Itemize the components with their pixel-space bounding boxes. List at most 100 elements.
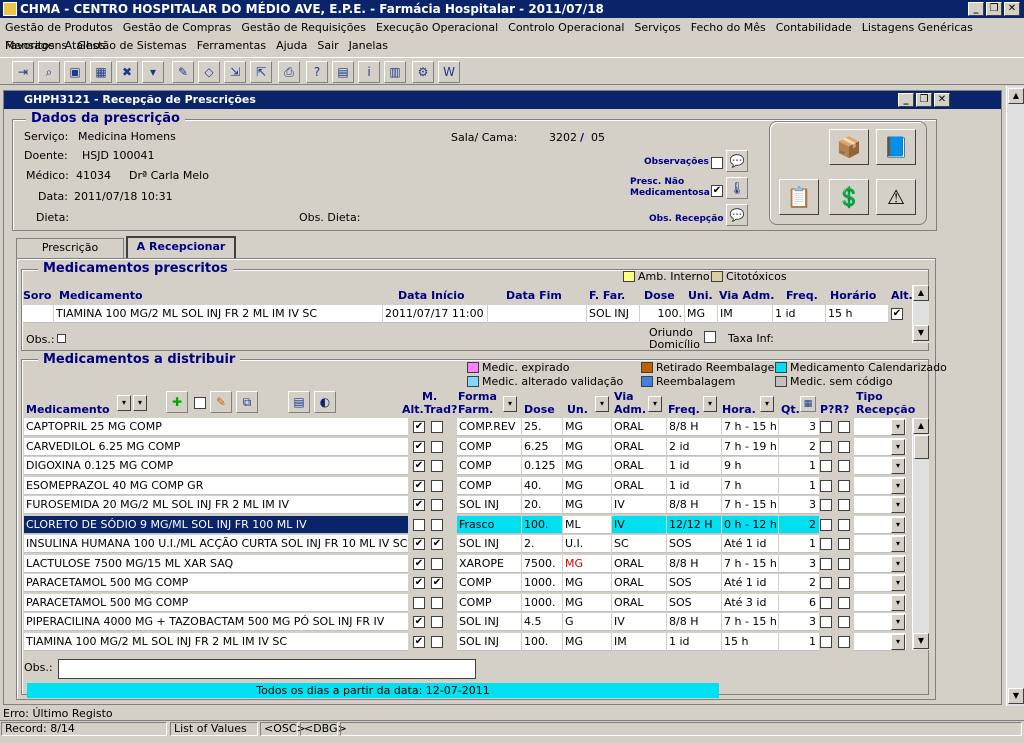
inner-minimize-button[interactable]: _ <box>898 93 914 107</box>
cell-forma[interactable]: SOL INJ <box>457 535 521 553</box>
menu-item-2[interactable]: Gestão de Requisições <box>236 19 371 37</box>
med-filter-icon[interactable]: ▾ <box>133 395 147 411</box>
cell-forma[interactable]: COMP <box>457 476 521 495</box>
cell-un[interactable]: MG <box>563 418 611 436</box>
cell-soro[interactable] <box>23 305 53 323</box>
cell-qt[interactable]: 1 <box>779 632 819 651</box>
alt-checkbox[interactable]: ✔ <box>413 635 425 648</box>
cell-un[interactable]: MG <box>563 437 611 456</box>
menu-item-2-2[interactable]: Ferramentas <box>192 37 271 55</box>
import-icon[interactable]: ⇲ <box>224 61 246 83</box>
cell-dose[interactable]: 1000. <box>522 593 562 612</box>
r-checkbox[interactable] <box>838 479 850 492</box>
p-checkbox[interactable] <box>820 421 832 433</box>
chevron-down-icon[interactable]: ▾ <box>891 516 905 533</box>
eraser-icon[interactable]: ◇ <box>198 61 220 83</box>
cell-un[interactable]: MG <box>563 457 611 475</box>
distribute-scroll-up-icon[interactable]: ▲ <box>913 418 929 434</box>
prescribed-obs-checkbox[interactable] <box>57 334 66 343</box>
r-checkbox[interactable] <box>838 440 850 453</box>
trad-checkbox[interactable] <box>431 479 443 492</box>
cell-un[interactable]: MG <box>563 554 611 573</box>
cell-hora[interactable]: 7 h - 19 h <box>722 437 778 456</box>
cell-hora[interactable]: 7 h - 15 h <box>722 418 778 436</box>
p-checkbox[interactable] <box>820 616 832 628</box>
trad-checkbox[interactable]: ✔ <box>431 538 443 550</box>
cell-freq[interactable]: 1 id <box>773 305 825 323</box>
p-checkbox[interactable] <box>820 440 832 453</box>
cell-dose[interactable]: 100. <box>640 305 684 323</box>
cell-qt[interactable]: 1 <box>779 457 819 475</box>
r-checkbox[interactable] <box>838 499 850 511</box>
trad-checkbox[interactable] <box>431 518 443 531</box>
inner-close-button[interactable]: ✕ <box>934 93 950 107</box>
cell-qt[interactable]: 2 <box>779 574 819 592</box>
chevron-down-icon[interactable]: ▾ <box>891 633 905 650</box>
cell-forma[interactable]: SOL INJ <box>457 632 521 651</box>
cell-dose[interactable]: 6.25 <box>522 437 562 456</box>
word-icon[interactable]: W <box>438 61 460 83</box>
cell-via[interactable]: IV <box>612 496 666 514</box>
cell-un[interactable]: MG <box>563 574 611 592</box>
alt-checkbox[interactable]: ✔ <box>891 308 903 320</box>
menu-item-2-5[interactable]: Janelas <box>344 37 393 55</box>
cell-qt[interactable]: 3 <box>779 418 819 436</box>
book-icon[interactable]: 📘 <box>876 129 916 165</box>
select-all-checkbox[interactable] <box>194 397 206 409</box>
alt-checkbox[interactable] <box>413 596 425 609</box>
cell-un[interactable]: MG <box>563 496 611 514</box>
scroll-up-arrow-icon[interactable]: ▲ <box>1008 88 1024 104</box>
cell-data-fim[interactable] <box>488 305 586 323</box>
cell-via[interactable]: ORAL <box>612 554 666 573</box>
cell-med[interactable]: INSULINA HUMANA 100 U.I./ML ACÇÃO CURTA … <box>24 535 408 553</box>
warning-icon[interactable]: ⚠ <box>876 179 916 215</box>
un-dropdown-icon[interactable]: ▾ <box>595 396 609 412</box>
cell-dose[interactable]: 1000. <box>522 574 562 592</box>
scroll-down-arrow-icon[interactable]: ▼ <box>1008 688 1024 704</box>
cell-forma[interactable]: COMP <box>457 593 521 612</box>
menu-item-1[interactable]: Gestão de Compras <box>118 19 237 37</box>
menu-item-4[interactable]: Controlo Operacional <box>503 19 629 37</box>
cell-dose[interactable]: 0.125 <box>522 457 562 475</box>
cell-hora[interactable]: Até 3 id <box>722 593 778 612</box>
cell-via[interactable]: IV <box>612 515 666 534</box>
menu-item-7[interactable]: Contabilidade <box>771 19 857 37</box>
alt-checkbox[interactable] <box>413 518 425 531</box>
export-icon[interactable]: ⇱ <box>250 61 272 83</box>
cell-un[interactable]: U.I. <box>563 535 611 553</box>
p-checkbox[interactable] <box>820 538 832 550</box>
cell-via[interactable]: ORAL <box>612 593 666 612</box>
calendar-icon[interactable]: ▦ <box>800 396 816 412</box>
minimize-button[interactable]: _ <box>968 2 984 16</box>
cell-med[interactable]: PARACETAMOL 500 MG COMP <box>24 574 408 592</box>
globe-icon[interactable]: ◐ <box>314 391 336 413</box>
chevron-down-icon[interactable]: ▾ <box>891 458 905 474</box>
cell-dose[interactable]: 40. <box>522 476 562 495</box>
cell-hora[interactable]: 0 h - 12 h <box>722 515 778 534</box>
cell-dose[interactable]: 2. <box>522 535 562 553</box>
cell-via[interactable]: ORAL <box>612 418 666 436</box>
menu-item-6[interactable]: Fecho do Mês <box>686 19 771 37</box>
trad-checkbox[interactable] <box>431 596 443 609</box>
trad-checkbox[interactable] <box>431 616 443 628</box>
thermometer-icon[interactable]: 🌡 <box>726 177 748 199</box>
alt-checkbox[interactable]: ✔ <box>413 421 425 433</box>
exit-icon[interactable]: ⇥ <box>12 61 34 83</box>
tab-a-recepcionar[interactable]: A Recepcionar <box>126 236 236 259</box>
cell-hora[interactable]: 7 h <box>722 476 778 495</box>
r-checkbox[interactable] <box>838 635 850 648</box>
cell-med[interactable]: CARVEDILOL 6.25 MG COMP <box>24 437 408 456</box>
p-checkbox[interactable] <box>820 499 832 511</box>
p-checkbox[interactable] <box>820 479 832 492</box>
menu-item-8[interactable]: Listagens Genéricas <box>857 19 978 37</box>
cell-freq[interactable]: 12/12 H <box>667 515 721 534</box>
alt-checkbox[interactable]: ✔ <box>413 440 425 453</box>
distribute-scroll-thumb[interactable] <box>914 435 929 459</box>
chevron-down-icon[interactable]: ▾ <box>891 477 905 494</box>
cell-forma[interactable]: SOL INJ <box>457 613 521 631</box>
p-checkbox[interactable] <box>820 577 832 589</box>
edit-icon[interactable]: ✎ <box>172 61 194 83</box>
r-checkbox[interactable] <box>838 557 850 570</box>
cell-forma[interactable]: SOL INJ <box>457 496 521 514</box>
chevron-down-icon[interactable]: ▾ <box>891 536 905 552</box>
